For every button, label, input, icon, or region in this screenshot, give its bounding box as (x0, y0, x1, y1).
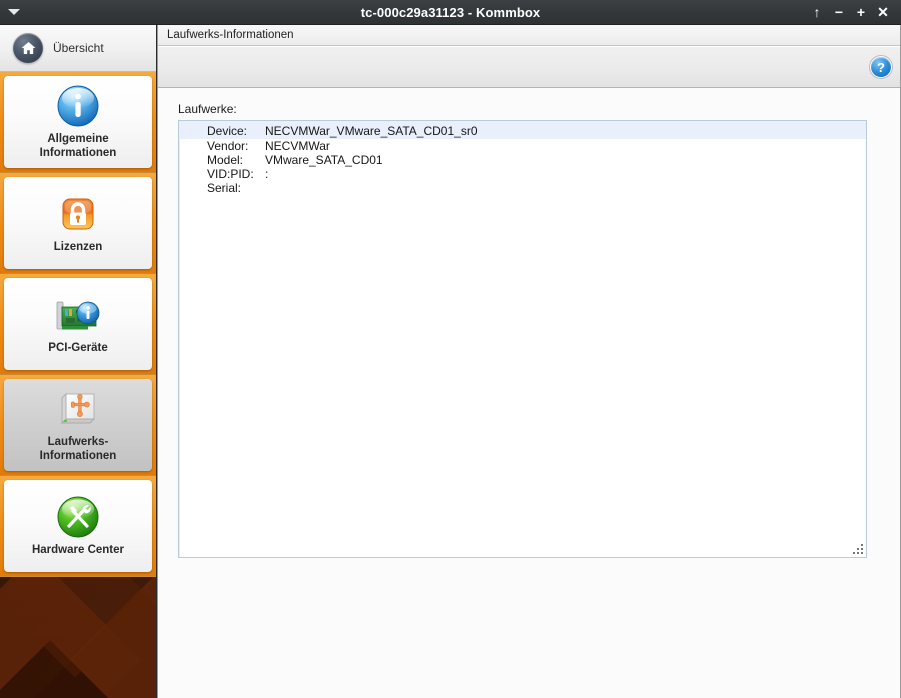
breadcrumb: Laufwerks-Informationen (167, 29, 294, 41)
drive-info-row: Device: NECVMWar_VMware_SATA_CD01_sr0 (179, 121, 866, 139)
sidebar-header[interactable]: Übersicht (0, 25, 156, 72)
sidebar-item-label: PCI-Geräte (48, 342, 107, 356)
lock-icon (56, 191, 100, 237)
sidebar-item-lizenzen[interactable]: Lizenzen (0, 173, 156, 274)
drive-info-key: Device: (207, 124, 265, 138)
help-circle-icon[interactable]: ? (871, 57, 891, 77)
sidebar-item-label: Lizenzen (54, 241, 103, 255)
chevron-down-icon (8, 9, 20, 15)
maximize-button[interactable]: + (850, 0, 872, 25)
sidebar-item-allgemeine-informationen[interactable]: Allgemeine Informationen (0, 72, 156, 173)
window-body: Übersicht (0, 25, 901, 698)
drive-info-key: Model: (207, 153, 265, 167)
always-on-top-button[interactable]: ↑ (806, 0, 828, 25)
drive-info-textarea[interactable]: Device: NECVMWar_VMware_SATA_CD01_sr0 Ve… (178, 120, 867, 558)
sidebar-item-pci-geraete[interactable]: PCI-Geräte (0, 274, 156, 375)
toolbar: ? (158, 46, 901, 88)
title-bar: tc-000c29a31123 - Kommbox ↑ − + ✕ (0, 0, 901, 25)
pci-card-icon (54, 292, 102, 338)
home-icon (13, 33, 43, 63)
drives-label: Laufwerke: (178, 102, 867, 116)
window-menu-button[interactable] (0, 0, 28, 25)
info-circle-icon (56, 83, 100, 129)
drive-info-row: VID:PID: : (179, 167, 866, 181)
drive-info-value: : (265, 167, 268, 181)
wallpaper-facet (70, 575, 157, 698)
wallpaper-facet (27, 592, 157, 698)
drive-info-key: Vendor: (207, 139, 265, 153)
breadcrumb-bar: Laufwerks-Informationen (158, 25, 901, 46)
sidebar-item-label: Laufwerks- Informationen (40, 436, 117, 463)
sidebar-item-label: Hardware Center (32, 544, 124, 558)
minimize-button[interactable]: − (828, 0, 850, 25)
sidebar-items: Allgemeine Informationen (0, 72, 156, 577)
drive-info-value: VMware_SATA_CD01 (265, 153, 383, 167)
close-button[interactable]: ✕ (872, 0, 894, 25)
drive-info-key: Serial: (207, 181, 265, 195)
tools-icon (56, 494, 100, 540)
sidebar-item-laufwerks-informationen[interactable]: Laufwerks- Informationen (0, 375, 156, 476)
usb-drive-icon (55, 386, 101, 432)
resize-grip[interactable] (851, 542, 864, 555)
drive-info-row: Vendor: NECVMWar (179, 139, 866, 153)
kommbox-window: tc-000c29a31123 - Kommbox ↑ − + ✕ Übersi… (0, 0, 901, 698)
content-area: Laufwerke: Device: NECVMWar_VMware_SATA_… (158, 88, 901, 698)
drive-info-value: NECVMWar_VMware_SATA_CD01_sr0 (265, 124, 478, 138)
drive-info-key: VID:PID: (207, 167, 265, 181)
main-panel: Laufwerks-Informationen ? Laufwerke: Dev… (157, 25, 901, 698)
sidebar: Übersicht (0, 25, 157, 698)
sidebar-header-label: Übersicht (53, 41, 104, 55)
window-title: tc-000c29a31123 - Kommbox (0, 5, 901, 20)
sidebar-item-label: Allgemeine Informationen (40, 133, 117, 160)
drive-info-value: NECVMWar (265, 139, 330, 153)
drive-info-row: Model: VMware_SATA_CD01 (179, 153, 866, 167)
sidebar-item-hardware-center[interactable]: Hardware Center (0, 476, 156, 577)
drive-info-row: Serial: (179, 181, 866, 195)
wallpaper-facet (0, 640, 135, 698)
window-controls: ↑ − + ✕ (806, 0, 901, 25)
